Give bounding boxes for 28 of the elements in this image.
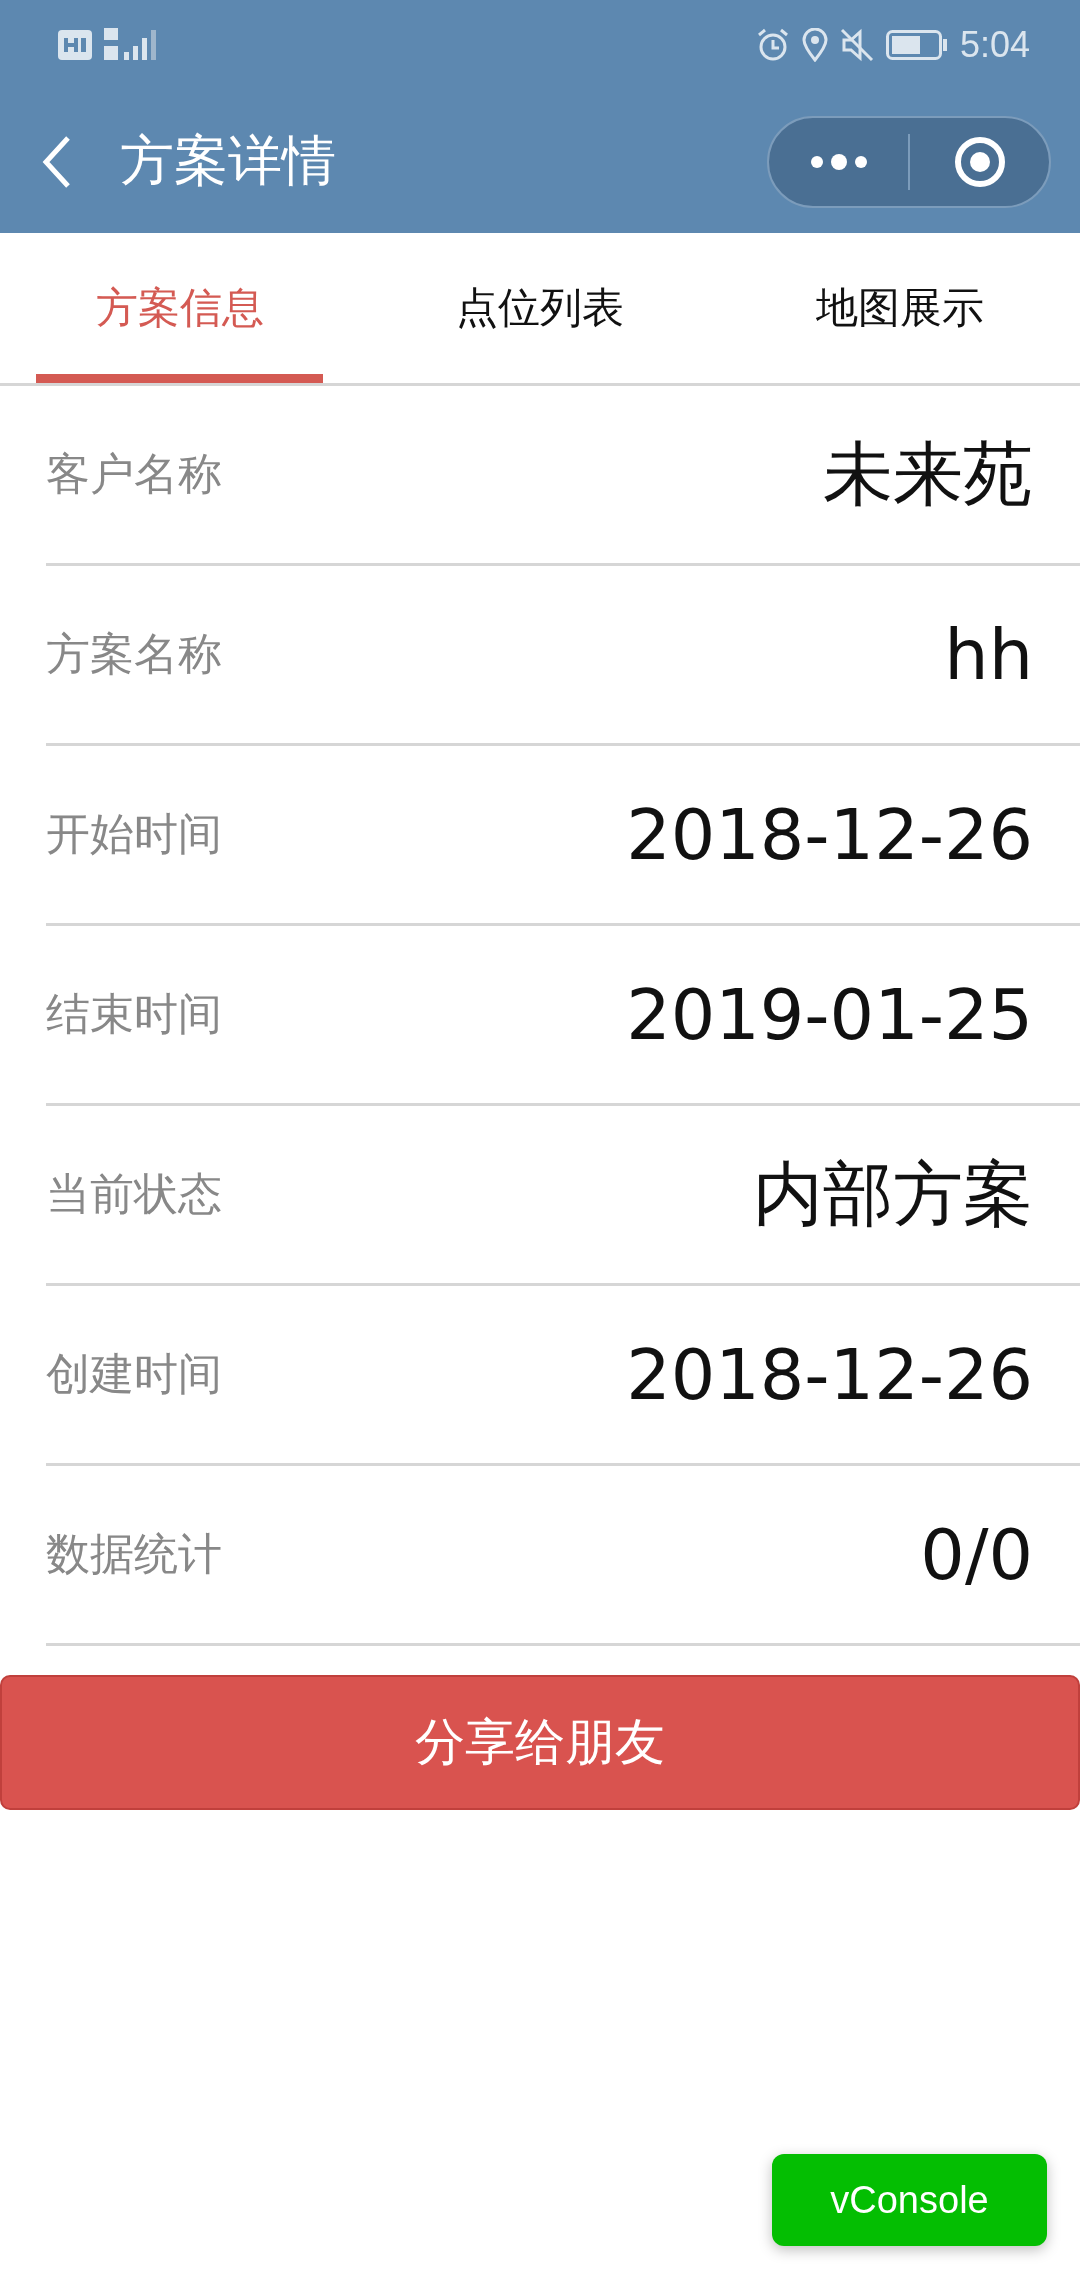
more-icon[interactable] <box>808 151 869 172</box>
share-button[interactable]: 分享给朋友 <box>0 1675 1080 1810</box>
vconsole-button[interactable]: vConsole <box>772 2154 1047 2246</box>
field-label: 结束时间 <box>46 987 222 1041</box>
status-time: 5:04 <box>959 24 1030 66</box>
field-value: 2019-01-25 <box>626 973 1033 1056</box>
location-icon <box>801 28 828 62</box>
field-value: hh <box>944 613 1033 696</box>
mute-icon <box>839 28 874 62</box>
battery-icon <box>885 30 948 60</box>
field-label: 创建时间 <box>46 1347 222 1401</box>
hd-icon <box>58 30 92 60</box>
field-value: 2018-12-26 <box>626 1333 1033 1416</box>
field-value: 内部方案 <box>753 1151 1033 1237</box>
field-value: 2018-12-26 <box>626 793 1033 876</box>
field-value: 0/0 <box>920 1513 1033 1596</box>
field-value: 未来苑 <box>823 431 1033 517</box>
field-label: 开始时间 <box>46 807 222 861</box>
alarm-icon <box>755 28 790 62</box>
tab[interactable]: 地图展示 <box>720 233 1080 383</box>
field-label: 客户名称 <box>46 447 222 501</box>
tab[interactable]: 点位列表 <box>360 233 720 383</box>
field-label: 方案名称 <box>46 627 222 681</box>
tab[interactable]: 方案信息 <box>0 233 360 383</box>
close-icon[interactable] <box>952 134 1007 189</box>
page-title: 方案详情 <box>120 128 337 194</box>
field-label: 当前状态 <box>46 1167 222 1221</box>
field-label: 数据统计 <box>46 1527 222 1581</box>
